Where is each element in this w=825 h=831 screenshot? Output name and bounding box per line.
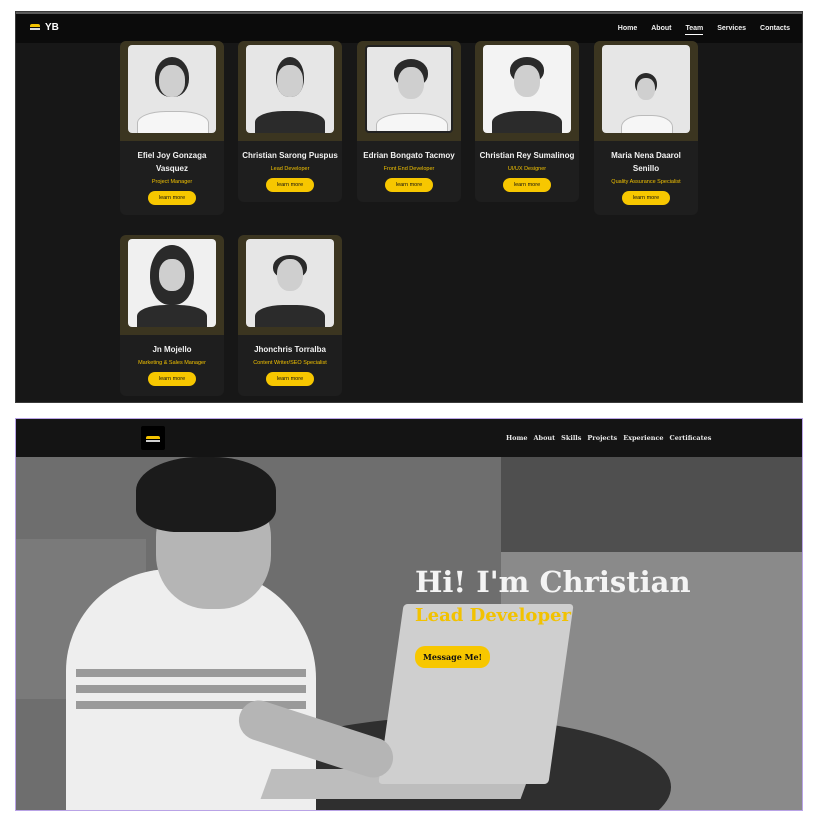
member-role: Front End Developer <box>383 166 435 172</box>
message-me-button[interactable]: Message Me! <box>415 646 491 668</box>
logo-icon <box>30 24 40 31</box>
member-name: Maria Nena Daarol Senillo <box>611 151 681 173</box>
hero-subtitle: Lead Developer <box>415 605 571 626</box>
nav-projects[interactable]: Projects <box>587 434 617 442</box>
learn-more-button[interactable]: learn more <box>265 372 315 386</box>
learn-more-button[interactable]: learn more <box>147 372 197 386</box>
member-photo <box>365 45 453 133</box>
team-card: Maria Nena Daarol Senillo Quality Assura… <box>594 41 698 215</box>
member-role: Project Manager <box>151 179 193 185</box>
member-photo <box>483 45 571 133</box>
member-photo <box>602 45 690 133</box>
nav-about[interactable]: About <box>534 434 556 442</box>
learn-more-button[interactable]: learn more <box>384 178 434 192</box>
nav-team[interactable]: Team <box>685 25 704 35</box>
team-card: Efiel Joy Gonzaga Vasquez Project Manage… <box>120 41 224 215</box>
member-role: Content Writer/SEO Specialist <box>253 360 327 366</box>
member-name: Jn Mojello <box>152 345 192 354</box>
hero-text: Hi! I'm Christian Lead Developer Message… <box>415 565 691 668</box>
site-logo-icon[interactable] <box>141 426 165 450</box>
member-photo <box>128 239 216 327</box>
nav-menu: Home About Team Services Contacts <box>618 25 790 35</box>
member-role: UI/UX Designer <box>507 166 547 172</box>
top-navbar: Home About Skills Projects Experience Ce… <box>16 419 802 457</box>
team-card: Edrian Bongato Tacmoy Front End Develope… <box>357 41 461 202</box>
member-role: Marketing & Sales Manager <box>138 360 206 366</box>
team-page-screenshot: YB Home About Team Services Contacts Efi… <box>15 11 803 403</box>
member-photo <box>246 45 334 133</box>
team-card: Jhonchris Torralba Content Writer/SEO Sp… <box>238 235 342 396</box>
nav-about[interactable]: About <box>651 25 671 35</box>
nav-experience[interactable]: Experience <box>623 434 663 442</box>
portfolio-page-screenshot: Home About Skills Projects Experience Ce… <box>15 418 803 811</box>
member-photo <box>246 239 334 327</box>
team-card: Jn Mojello Marketing & Sales Manager lea… <box>120 235 224 396</box>
team-card: Christian Rey Sumalinog UI/UX Designer l… <box>475 41 579 202</box>
nav-home[interactable]: Home <box>618 25 637 35</box>
member-name: Jhonchris Torralba <box>254 345 326 354</box>
member-role: Quality Assurance Specialist <box>611 179 681 185</box>
nav-certificates[interactable]: Certificates <box>670 434 712 442</box>
nav-home[interactable]: Home <box>506 434 528 442</box>
learn-more-button[interactable]: learn more <box>147 191 197 205</box>
member-name: Christian Sarong Puspus <box>242 151 338 160</box>
nav-contacts[interactable]: Contacts <box>760 25 790 35</box>
nav-skills[interactable]: Skills <box>561 434 581 442</box>
learn-more-button[interactable]: learn more <box>502 178 552 192</box>
nav-services[interactable]: Services <box>717 25 746 35</box>
learn-more-button[interactable]: learn more <box>265 178 315 192</box>
member-name: Christian Rey Sumalinog <box>479 151 575 160</box>
hero-title: Hi! I'm Christian <box>415 565 691 599</box>
member-name: Efiel Joy Gonzaga Vasquez <box>137 151 207 173</box>
member-role: Lead Developer <box>270 166 310 172</box>
team-card: Christian Sarong Puspus Lead Developer l… <box>238 41 342 202</box>
member-name: Edrian Bongato Tacmoy <box>363 151 455 160</box>
site-logo[interactable]: YB <box>30 22 59 33</box>
member-photo <box>128 45 216 133</box>
nav-menu: Home About Skills Projects Experience Ce… <box>506 434 711 442</box>
learn-more-button[interactable]: learn more <box>621 191 671 205</box>
top-navbar: YB Home About Team Services Contacts <box>16 12 802 43</box>
logo-text: YB <box>45 22 59 33</box>
